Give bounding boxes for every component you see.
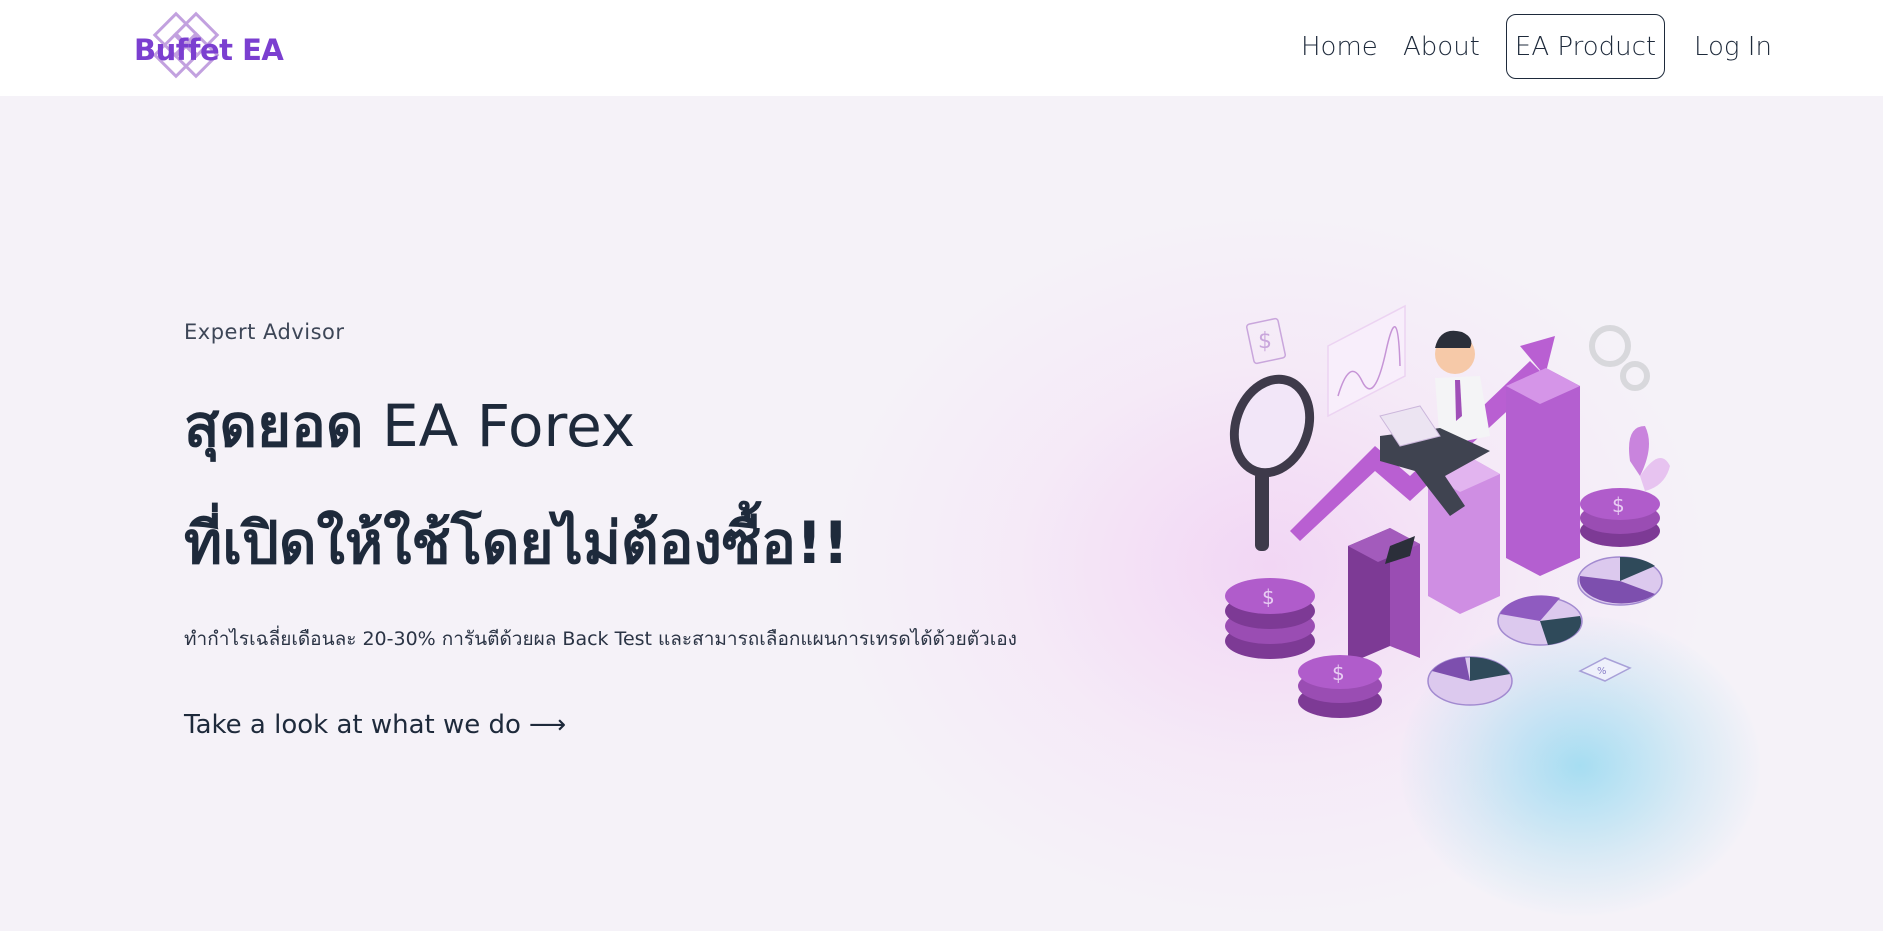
headline-english-part: EA Forex [363, 392, 636, 460]
percent-tag-icon: % [1578, 657, 1632, 682]
nav-login[interactable]: Log In [1694, 28, 1772, 66]
nav-home[interactable]: Home [1301, 28, 1378, 66]
coin-stack-icon: $ [1225, 578, 1315, 659]
site-header: Buffet EA Home About EA Product Log In [0, 0, 1883, 96]
dollar-tag-icon: $ [1245, 317, 1287, 365]
nav-about[interactable]: About [1403, 28, 1480, 66]
svg-text:$: $ [1332, 661, 1345, 685]
bar-column-icon [1506, 368, 1580, 576]
hero-eyebrow: Expert Advisor [184, 320, 345, 344]
svg-text:$: $ [1262, 585, 1275, 609]
hero-subtitle: ทำกำไรเฉลี่ยเดือนละ 20-30% การันตีด้วยผล… [184, 628, 1017, 650]
finance-growth-illustration: $ $ $ $ % [1225, 304, 1670, 718]
plant-leaf-icon [1629, 426, 1670, 491]
pie-chart-icon [1577, 556, 1663, 606]
pie-chart-icon [1497, 595, 1583, 646]
coin-stack-icon: $ [1298, 655, 1382, 718]
hero-section: Expert Advisor สุดยอด EA Forex ที่เปิดให… [0, 96, 1883, 931]
line-chart-card-icon [1327, 304, 1406, 418]
main-nav: Home About EA Product Log In [0, 0, 1883, 96]
gear-icon [1589, 325, 1650, 391]
svg-text:$: $ [1612, 493, 1625, 517]
cta-link[interactable]: Take a look at what we do ⟶ [184, 710, 566, 740]
svg-text:%: % [1597, 666, 1607, 677]
nav-ea-product-button[interactable]: EA Product [1506, 14, 1665, 79]
pie-chart-icon [1427, 656, 1513, 706]
svg-text:$: $ [1258, 329, 1272, 354]
hero-headline-line2: ที่เปิดให้ใช้โดยไม่ต้องซื้อ!! [184, 509, 849, 577]
hero-headline-line1: สุดยอด EA Forex [184, 392, 635, 462]
headline-thai-part: สุดยอด [184, 392, 364, 460]
cta-label: Take a look at what we do [184, 710, 521, 740]
arrow-right-icon: ⟶ [528, 710, 567, 740]
coin-stack-icon: $ [1580, 488, 1660, 547]
